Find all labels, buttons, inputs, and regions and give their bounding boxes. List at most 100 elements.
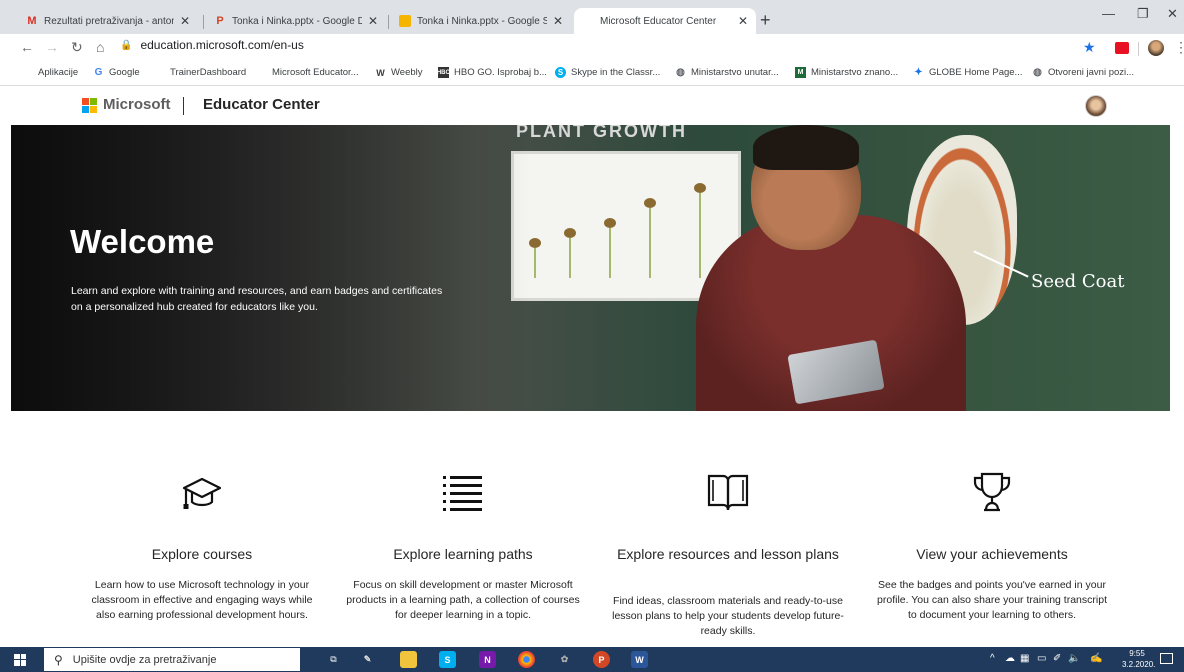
chrome-icon[interactable] <box>518 651 535 668</box>
skype-icon: S <box>555 67 566 78</box>
card-title: Explore resources and lesson plans <box>617 546 839 562</box>
brand-name[interactable]: Microsoft <box>103 96 171 113</box>
bookmark-otvoreni[interactable]: ◍ Otvoreni javni pozi... <box>1032 67 1134 78</box>
tab-drive[interactable]: P Tonka i Ninka.pptx - Google Drive ✕ <box>206 8 386 34</box>
card-title: Explore learning paths <box>393 546 533 562</box>
volume-icon[interactable]: 🔈 <box>1068 653 1080 664</box>
browser-tab-strip: M Rezultati pretraživanja - antonija ✕ P… <box>0 0 1184 34</box>
bookmark-weebly[interactable]: W Weebly <box>375 67 422 78</box>
notification-icon[interactable] <box>1160 653 1173 664</box>
ministry-icon: M <box>795 67 806 78</box>
hero-banner: PLANT GROWTH Seed Coat Welcome Learn and… <box>11 125 1170 411</box>
microsoft-logo-icon[interactable] <box>82 98 98 114</box>
close-window-icon[interactable]: ✕ <box>1167 6 1178 22</box>
search-icon: ⚲ <box>54 652 63 667</box>
close-icon[interactable]: ✕ <box>553 14 563 28</box>
site-header: Microsoft Educator Center <box>0 86 1184 125</box>
hero-shade <box>11 125 531 411</box>
card-title: Explore courses <box>151 546 253 562</box>
back-icon[interactable]: ← <box>20 39 34 55</box>
bookmark-ministarstvo-unutar[interactable]: ◍ Ministarstvo unutar... <box>675 67 779 78</box>
card-title: View your achievements <box>916 546 1068 562</box>
microsoft-icon <box>256 67 267 78</box>
site-section-title[interactable]: Educator Center <box>203 96 320 113</box>
book-icon <box>707 474 749 511</box>
bookmark-apps[interactable]: Aplikacije <box>22 67 78 78</box>
tab-slides[interactable]: Tonka i Ninka.pptx - Google Slides ✕ <box>391 8 571 34</box>
card-description: See the badges and points you've earned … <box>877 579 1107 621</box>
address-bar[interactable]: 🔒 education.microsoft.com/en-us <box>120 38 304 52</box>
minimize-icon[interactable]: — <box>1102 6 1115 21</box>
bookmark-globe[interactable]: ✦ GLOBE Home Page... <box>913 67 1022 78</box>
extension-icon[interactable] <box>1115 42 1129 54</box>
weebly-icon: W <box>376 67 385 78</box>
reload-icon[interactable]: ↻ <box>71 39 83 56</box>
globe-icon: ◍ <box>676 67 685 78</box>
onenote-icon[interactable]: N <box>479 651 496 668</box>
clock-date: 3.2.2020. <box>1122 660 1156 669</box>
skype-icon[interactable]: S <box>439 651 456 668</box>
trophy-icon <box>973 472 1011 512</box>
lock-icon: 🔒 <box>120 39 133 51</box>
browser-toolbar: ← → ↻ ⌂ 🔒 education.microsoft.com/en-us … <box>0 34 1184 62</box>
home-icon[interactable]: ⌂ <box>96 39 104 55</box>
card-description: Find ideas, classroom materials and read… <box>612 595 844 637</box>
onedrive-icon[interactable]: ☁ <box>1005 653 1015 664</box>
start-button[interactable] <box>0 647 40 672</box>
pen-icon[interactable]: ✐ <box>1053 653 1061 664</box>
seed-coat-label: Seed Coat <box>1031 271 1125 292</box>
bookmark-ministarstvo-znano[interactable]: M Ministarstvo znano... <box>795 67 898 78</box>
bookmarks-bar: Aplikacije G Google TrainerDashboard Mic… <box>0 62 1184 86</box>
tab-gmail[interactable]: M Rezultati pretraživanja - antonija ✕ <box>18 8 198 34</box>
tab-educator-center[interactable]: Microsoft Educator Center ✕ <box>574 8 756 34</box>
bookmark-hbo[interactable]: HBO HBO GO. Isprobaj b... <box>437 67 547 78</box>
powerpoint-icon[interactable]: P <box>593 651 610 668</box>
toolbar-divider <box>1138 42 1139 56</box>
card-description: Learn how to use Microsoft technology in… <box>91 579 313 621</box>
windows-logo-icon <box>14 653 26 666</box>
word-icon[interactable]: W <box>631 651 648 668</box>
paint-icon[interactable]: ✎ <box>359 651 376 668</box>
file-explorer-icon[interactable] <box>400 651 417 668</box>
hbo-icon: HBO <box>437 67 450 78</box>
app-icon[interactable]: ✿ <box>556 651 573 668</box>
google-icon: G <box>94 67 103 78</box>
maximize-icon[interactable]: ❐ <box>1137 6 1149 22</box>
windows-taskbar: ⚲ Upišite ovdje za pretraživanje ⧉ ✎ S N… <box>0 647 1184 672</box>
card-description: Focus on skill development or master Mic… <box>346 579 580 621</box>
microsoft-icon <box>582 15 594 27</box>
close-icon[interactable]: ✕ <box>738 14 748 28</box>
header-divider <box>183 97 184 115</box>
network-icon[interactable]: ▦ <box>1020 653 1029 664</box>
taskbar-search-box[interactable]: ⚲ Upišite ovdje za pretraživanje <box>44 648 300 671</box>
powerpoint-icon: P <box>216 15 224 27</box>
tab-separator <box>203 15 204 29</box>
globe-program-icon: ✦ <box>914 67 923 78</box>
url-text: education.microsoft.com/en-us <box>140 38 304 52</box>
taskbar-clock[interactable]: 9:55 3.2.2020. <box>1122 648 1156 670</box>
apps-grid-icon <box>22 67 33 78</box>
bookmark-google[interactable]: G Google <box>93 67 140 78</box>
teacher-hair <box>753 125 859 170</box>
close-icon[interactable]: ✕ <box>180 14 190 28</box>
globe-icon: ◍ <box>1033 67 1042 78</box>
battery-icon[interactable]: ▭ <box>1037 653 1046 664</box>
forward-icon[interactable]: → <box>45 39 59 55</box>
hero-subtitle: Learn and explore with training and reso… <box>71 285 443 313</box>
task-view-icon[interactable]: ⧉ <box>325 651 342 668</box>
board-heading: PLANT GROWTH <box>516 125 687 141</box>
bookmark-trainerdashboard[interactable]: TrainerDashboard <box>154 67 246 78</box>
language-icon[interactable]: ✍ <box>1090 653 1102 664</box>
list-icon <box>443 476 482 511</box>
more-menu-icon[interactable]: ⋮ <box>1174 39 1184 56</box>
new-tab-button[interactable]: + <box>760 10 771 31</box>
bookmark-star-icon[interactable]: ★ <box>1083 39 1096 56</box>
user-avatar[interactable] <box>1085 95 1107 117</box>
bookmark-skype[interactable]: S Skype in the Classr... <box>555 67 660 78</box>
profile-avatar[interactable] <box>1148 40 1164 56</box>
bookmark-microsoft-educator[interactable]: Microsoft Educator... <box>256 67 359 78</box>
hero-title: Welcome <box>70 223 215 260</box>
taskbar-search-placeholder: Upišite ovdje za pretraživanje <box>72 653 217 666</box>
close-icon[interactable]: ✕ <box>368 14 378 28</box>
tray-chevron-icon[interactable]: ^ <box>990 653 995 664</box>
